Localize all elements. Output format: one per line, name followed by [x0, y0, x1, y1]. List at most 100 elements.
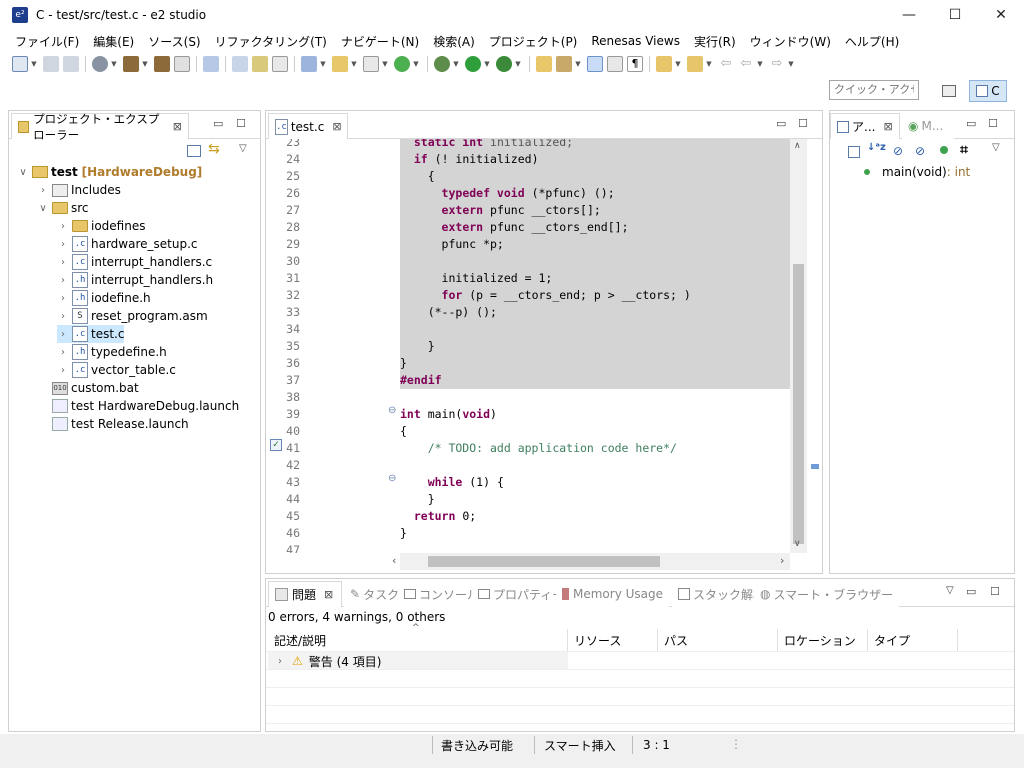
tree-item-hardware-setup[interactable]: › .c hardware_setup.c — [57, 235, 198, 253]
code-editor[interactable]: 23 static int initialized; 24 if (! init… — [266, 139, 822, 553]
collapse-all-icon[interactable] — [848, 146, 860, 158]
tree-item-custom-bat[interactable]: 010 custom.bat — [49, 379, 139, 397]
open-perspective-icon[interactable] — [937, 80, 961, 102]
minimize-view-icon[interactable]: ▭ — [966, 585, 976, 598]
expand-arrow-icon[interactable]: › — [57, 311, 69, 322]
expand-arrow-icon[interactable]: › — [57, 365, 69, 376]
new-folder-icon[interactable] — [332, 56, 348, 72]
maximize-view-icon[interactable]: ☐ — [990, 585, 1000, 598]
scroll-down-icon[interactable]: ∨ — [794, 539, 801, 549]
scroll-right-icon[interactable]: › — [780, 554, 784, 567]
tree-item-interrupt-handlers-h[interactable]: › .h interrupt_handlers.h — [57, 271, 213, 289]
menu-window[interactable]: ウィンドウ(W) — [743, 33, 838, 50]
hide-nonpublic-icon[interactable] — [940, 146, 948, 154]
expand-arrow-icon[interactable]: › — [57, 257, 69, 268]
close-button[interactable]: ✕ — [978, 0, 1024, 30]
pen-dropdown-icon[interactable]: ▼ — [574, 60, 582, 68]
tree-item-includes[interactable]: › Includes — [37, 181, 121, 199]
scroll-thumb[interactable] — [428, 556, 660, 567]
tab-make-target[interactable]: ◉ M... — [902, 113, 954, 139]
settings-dropdown-icon[interactable]: ▼ — [110, 60, 118, 68]
hide-macros-icon[interactable]: ⌗ — [960, 142, 968, 158]
tab-outline[interactable]: ア... ⊠ — [830, 113, 900, 139]
tree-item-interrupt-handlers-c[interactable]: › .c interrupt_handlers.c — [57, 253, 212, 271]
column-description[interactable]: 記述/説明 — [268, 629, 568, 651]
open-project-icon[interactable] — [536, 56, 552, 72]
expand-arrow-icon[interactable]: › — [57, 293, 69, 304]
tree-item-src[interactable]: ∨ src — [37, 199, 88, 217]
pen-icon[interactable] — [556, 56, 572, 72]
new-icon[interactable] — [12, 56, 28, 72]
expand-arrow-icon[interactable]: › — [57, 239, 69, 250]
build-hammer-icon[interactable] — [123, 56, 139, 72]
forward-dropdown-icon[interactable]: ▼ — [787, 60, 795, 68]
column-resource[interactable]: リソース — [568, 629, 658, 651]
menu-renesas-views[interactable]: Renesas Views — [584, 34, 687, 48]
expand-arrow-icon[interactable]: › — [274, 656, 286, 667]
scroll-up-icon[interactable]: ∧ — [794, 141, 801, 151]
link-icon[interactable] — [252, 56, 268, 72]
close-tab-icon[interactable]: ⊠ — [173, 120, 182, 133]
minimize-view-icon[interactable]: ▭ — [966, 117, 976, 130]
new-source-icon[interactable] — [363, 56, 379, 72]
quick-access-input[interactable] — [829, 80, 919, 100]
highlight-icon[interactable] — [587, 56, 603, 72]
tree-item-test-c[interactable]: › .c test.c — [57, 325, 125, 343]
menu-source[interactable]: ソース(S) — [141, 33, 207, 50]
new-class-icon[interactable] — [232, 56, 248, 72]
debug-dropdown-icon[interactable]: ▼ — [452, 60, 460, 68]
expand-arrow-icon[interactable]: › — [57, 329, 69, 340]
status-drag-handle-icon[interactable]: ⋮ — [730, 737, 742, 751]
build-all-icon[interactable] — [154, 56, 170, 72]
view-menu-icon[interactable]: ▽ — [946, 585, 954, 596]
next-annotation-icon[interactable] — [656, 56, 672, 72]
editor-horizontal-scrollbar[interactable]: ‹ › — [392, 553, 790, 570]
tree-item-iodefines[interactable]: › iodefines — [57, 217, 145, 235]
problems-row-warnings[interactable]: › ⚠ 警告 (4 項目) — [274, 652, 381, 670]
back-dropdown-icon[interactable]: ▼ — [756, 60, 764, 68]
menu-run[interactable]: 実行(R) — [687, 33, 743, 50]
editor-vertical-scrollbar[interactable]: ∧ ∨ — [790, 139, 807, 553]
column-path[interactable]: パス — [658, 629, 778, 651]
expand-arrow-icon[interactable]: › — [57, 221, 69, 232]
tree-item-launch-release[interactable]: test Release.launch — [49, 415, 189, 433]
overview-ruler-marker[interactable] — [811, 464, 819, 469]
maximize-view-icon[interactable]: ☐ — [236, 117, 246, 130]
tree-item-vector-table[interactable]: › .c vector_table.c — [57, 361, 176, 379]
expand-arrow-icon[interactable]: › — [37, 185, 49, 196]
menu-project[interactable]: プロジェクト(P) — [482, 33, 585, 50]
menu-edit[interactable]: 編集(E) — [86, 33, 141, 50]
minimize-button[interactable]: — — [886, 0, 932, 30]
binary-icon[interactable] — [174, 56, 190, 72]
debug-bug-icon[interactable] — [434, 56, 450, 72]
build-dropdown-icon[interactable]: ▼ — [141, 60, 149, 68]
link-editor-icon[interactable]: ⇆ — [208, 141, 220, 157]
new-dropdown-icon[interactable]: ▼ — [30, 60, 38, 68]
fold-collapse-icon[interactable]: ⊖ — [388, 473, 396, 484]
fold-collapse-icon[interactable]: ⊖ — [388, 405, 396, 416]
run-external-icon[interactable] — [496, 56, 512, 72]
forward-icon[interactable]: ⇨ — [769, 56, 785, 72]
tree-item-typedefine-h[interactable]: › .h typedefine.h — [57, 343, 167, 361]
view-menu-icon[interactable]: ▽ — [239, 143, 247, 154]
sort-az-icon[interactable]: ↓ᵃz — [867, 142, 886, 153]
run-external-dropdown-icon[interactable]: ▼ — [514, 60, 522, 68]
expand-arrow-icon[interactable]: › — [57, 347, 69, 358]
menu-refactor[interactable]: リファクタリング(T) — [208, 33, 334, 50]
minimize-view-icon[interactable]: ▭ — [213, 117, 223, 130]
tab-project-explorer[interactable]: プロジェクト・エクスプローラー ⊠ — [11, 112, 189, 142]
scroll-thumb[interactable] — [793, 264, 804, 544]
prev-annotation-icon[interactable] — [687, 56, 703, 72]
next-annotation-dropdown-icon[interactable]: ▼ — [674, 60, 682, 68]
tree-item-reset-program[interactable]: › S reset_program.asm — [57, 307, 208, 325]
collapse-arrow-icon[interactable]: ∨ — [37, 203, 49, 214]
save-icon[interactable] — [43, 56, 59, 72]
run-icon[interactable] — [465, 56, 481, 72]
tab-problems[interactable]: 問題 ⊠ — [268, 581, 342, 607]
settings-icon[interactable] — [92, 56, 108, 72]
collapse-arrow-icon[interactable]: ∨ — [17, 167, 29, 178]
open-file-icon[interactable] — [272, 56, 288, 72]
tree-project[interactable]: ∨ test [HardwareDebug] — [17, 163, 202, 181]
refresh-dropdown-icon[interactable]: ▼ — [412, 60, 420, 68]
prev-annotation-dropdown-icon[interactable]: ▼ — [705, 60, 713, 68]
